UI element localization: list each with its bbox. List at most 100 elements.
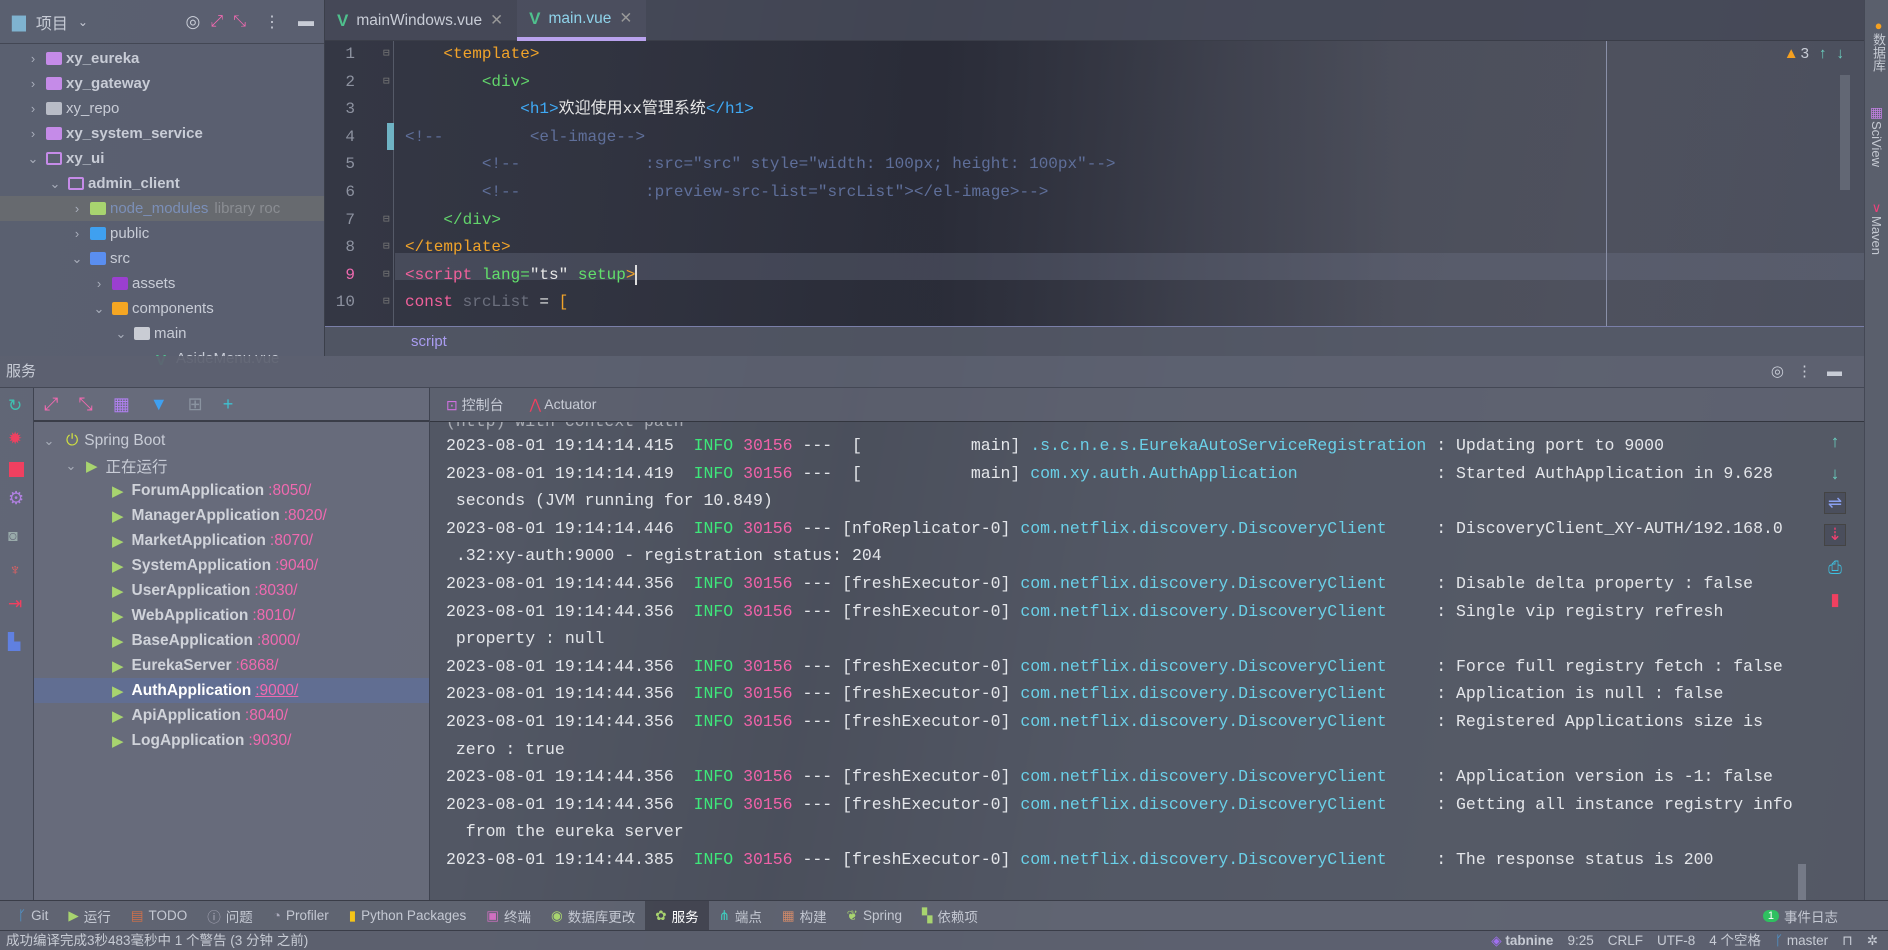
rerun-icon[interactable]: ↻: [8, 396, 22, 416]
expand-all-icon[interactable]: ⤢: [210, 13, 223, 31]
collapse-all-icon[interactable]: ⤡: [78, 394, 92, 415]
clear-icon[interactable]: ▮: [1824, 590, 1846, 610]
line-separator[interactable]: CRLF: [1608, 931, 1643, 950]
chevron-right-icon[interactable]: ›: [92, 276, 106, 291]
toolwindow-spring[interactable]: ❦ Spring: [837, 901, 912, 931]
fold-marker-icon[interactable]: ⊟: [383, 41, 390, 68]
chevron-down-icon[interactable]: ⌄: [78, 15, 88, 29]
indent-setting[interactable]: 4 个空格: [1709, 931, 1761, 950]
tree-item[interactable]: › xy_system_service: [0, 121, 324, 146]
event-log-button[interactable]: 1 事件日志: [1753, 901, 1848, 931]
console-output[interactable]: (http) with context path2023-08-01 19:14…: [430, 422, 1814, 900]
code-editor[interactable]: 1 ⊟ 2 ⊟ 3 4 5 6 7 ⊟ 8 ⊟ 9 ⊟ 10 ⊟ <template> <div> <h1>欢…: [325, 41, 1864, 356]
minimize-icon[interactable]: ▬: [298, 13, 314, 31]
tree-item[interactable]: ⌄ main: [0, 321, 324, 346]
inspection-widget[interactable]: ▲ 3 ↑ ↓: [1784, 45, 1844, 62]
service-item[interactable]: ▶ LogApplication:9030/: [34, 728, 429, 753]
service-item[interactable]: ▶ ForumApplication:8050/: [34, 478, 429, 503]
toolwindow-git[interactable]: ᚴ Git: [8, 901, 58, 931]
scroll-up-icon[interactable]: ↑: [1824, 432, 1846, 452]
service-port-link[interactable]: :8050/: [268, 482, 311, 500]
toolwindow-dependencies[interactable]: ▚ 依赖项: [912, 901, 988, 931]
chevron-right-icon[interactable]: ›: [26, 101, 40, 116]
print-icon[interactable]: ⎙: [1824, 558, 1846, 578]
chevron-right-icon[interactable]: ›: [26, 126, 40, 141]
target-icon[interactable]: ◎: [1771, 356, 1784, 388]
tree-item-running-group[interactable]: ⌄ ▶ 正在运行: [34, 453, 429, 478]
fold-marker-icon[interactable]: ⊟: [383, 234, 390, 261]
tab-actuator[interactable]: ⋀ Actuator: [530, 396, 597, 413]
chevron-right-icon[interactable]: ›: [26, 76, 40, 91]
target-icon[interactable]: ◎: [186, 12, 201, 32]
lock-icon[interactable]: ⊓: [1842, 931, 1853, 950]
status-message[interactable]: 成功编译完成3秒483毫秒中 1 个警告 (3 分钟 之前): [6, 933, 308, 948]
service-port-link[interactable]: :9000/: [255, 682, 298, 700]
service-item[interactable]: ▶ BaseApplication:8000/: [34, 628, 429, 653]
tab-main-vue[interactable]: V main.vue ✕: [517, 0, 647, 41]
caret-position[interactable]: 9:25: [1567, 931, 1593, 950]
tree-item[interactable]: › public: [0, 221, 324, 246]
settings-icon[interactable]: ⚙: [8, 488, 24, 509]
service-item[interactable]: ▶ UserApplication:8030/: [34, 578, 429, 603]
service-port-link[interactable]: :8070/: [270, 532, 313, 550]
tree-item[interactable]: › xy_gateway: [0, 71, 324, 96]
service-item[interactable]: ▶ ManagerApplication:8020/: [34, 503, 429, 528]
tree-item[interactable]: › assets: [0, 271, 324, 296]
scroll-to-end-icon[interactable]: ⇣: [1824, 524, 1846, 546]
minimize-icon[interactable]: ▬: [1827, 356, 1842, 388]
scroll-down-icon[interactable]: ↓: [1824, 464, 1846, 484]
service-item[interactable]: ▶ EurekaServer:6868/: [34, 653, 429, 678]
layout-icon[interactable]: ▙: [8, 632, 20, 652]
fold-marker-icon[interactable]: ⊟: [383, 69, 390, 96]
service-port-link[interactable]: :6868/: [236, 657, 279, 675]
filter-icon[interactable]: ▼: [150, 394, 168, 415]
fold-marker-icon[interactable]: ⊟: [383, 262, 390, 289]
next-highlight-icon[interactable]: ↓: [1837, 45, 1845, 62]
toolwindow-endpoints[interactable]: ⋔ 端点: [709, 901, 772, 931]
toolwindow-services[interactable]: ✿ 服务: [645, 900, 709, 931]
memory-icon[interactable]: ✲: [1867, 931, 1878, 950]
camera-icon[interactable]: ◙: [8, 528, 18, 546]
close-icon[interactable]: ✕: [490, 11, 503, 30]
service-item[interactable]: ▶ SystemApplication:9040/: [34, 553, 429, 578]
tree-item[interactable]: › xy_repo: [0, 96, 324, 121]
tree-item[interactable]: ⌄ src: [0, 246, 324, 271]
toolwindow-todo[interactable]: ▤ TODO: [121, 901, 198, 931]
tree-item[interactable]: › xy_eureka: [0, 46, 324, 71]
tree-item[interactable]: › node_modules library roc: [0, 196, 324, 221]
fold-marker-icon[interactable]: ⊟: [383, 207, 390, 234]
chevron-down-icon[interactable]: ⌄: [48, 176, 62, 192]
service-port-link[interactable]: :8040/: [245, 707, 288, 725]
collapse-all-icon[interactable]: ⤡: [233, 13, 246, 31]
service-port-link[interactable]: :9030/: [248, 732, 291, 750]
git-branch[interactable]: ᚴ master: [1775, 931, 1828, 950]
console-scrollbar[interactable]: [1798, 864, 1806, 900]
debug-icon[interactable]: ✹: [8, 429, 22, 449]
toolwindow-run[interactable]: ▶ 运行: [58, 901, 120, 931]
chevron-right-icon[interactable]: ›: [26, 51, 40, 66]
chevron-down-icon[interactable]: ⌄: [114, 326, 128, 342]
chevron-down-icon[interactable]: ⌄: [26, 151, 40, 167]
tab-mainwindows-vue[interactable]: V mainWindows.vue ✕: [325, 0, 517, 41]
service-item[interactable]: ▶ MarketApplication:8070/: [34, 528, 429, 553]
tree-item-spring-boot[interactable]: ⌄ ⏻ Spring Boot: [34, 428, 429, 453]
file-encoding[interactable]: UTF-8: [1657, 931, 1695, 950]
chevron-down-icon[interactable]: ⌄: [42, 433, 56, 449]
chevron-down-icon[interactable]: ⌄: [70, 251, 84, 267]
toolwindow-build[interactable]: ▦ 构建: [772, 901, 837, 931]
chevron-right-icon[interactable]: ›: [70, 226, 84, 241]
toolwindow-database-changes[interactable]: ◉ 数据库更改: [541, 901, 645, 931]
database-tool[interactable]: ● 数据库: [1869, 18, 1888, 72]
toolwindow-problems[interactable]: ⓘ 问题: [197, 901, 263, 931]
stop-icon[interactable]: [9, 462, 24, 477]
service-port-link[interactable]: :8010/: [252, 607, 295, 625]
more-options-icon[interactable]: ⋮: [1797, 356, 1812, 388]
add-service-icon[interactable]: +: [223, 394, 234, 415]
service-port-link[interactable]: :8030/: [254, 582, 297, 600]
expand-all-icon[interactable]: ⤢: [44, 394, 58, 415]
chevron-right-icon[interactable]: ›: [70, 201, 84, 216]
tree-item[interactable]: ⌄ admin_client: [0, 171, 324, 196]
group-by-icon[interactable]: ▦: [113, 394, 130, 415]
service-port-link[interactable]: :8020/: [284, 507, 327, 525]
project-view-selector[interactable]: 项目: [36, 10, 68, 34]
